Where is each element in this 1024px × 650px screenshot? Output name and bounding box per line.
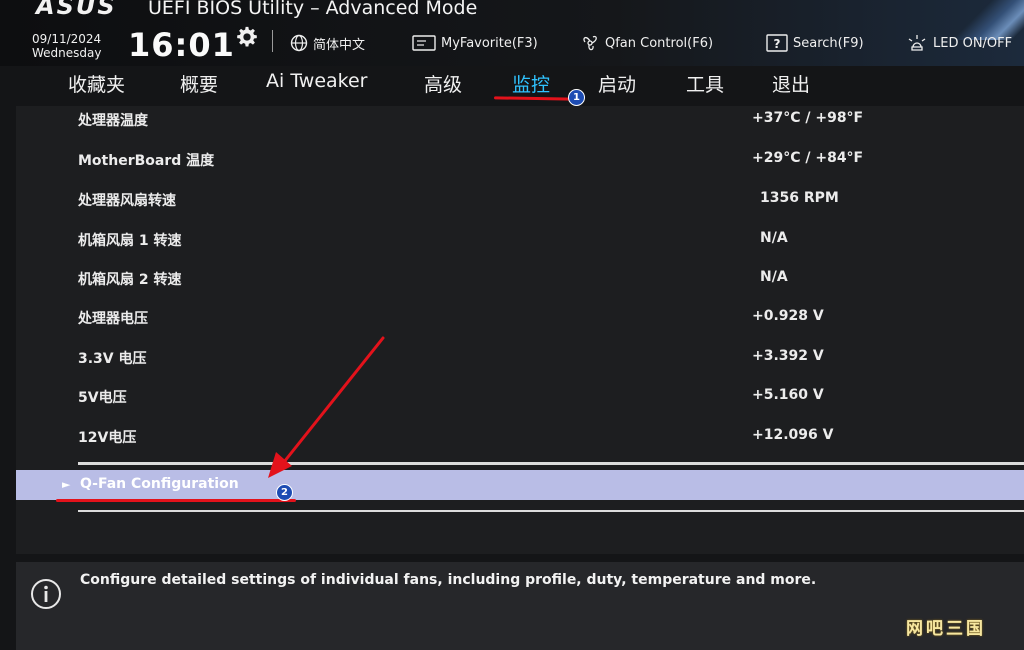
monitor-row: 3.3V 电压 +3.392 V [16,344,1024,384]
clock: 16:01 [128,26,235,64]
globe-icon [290,34,308,52]
header-separator [272,30,273,52]
info-icon [31,579,61,609]
monitor-row: 机箱风扇 1 转速 N/A [16,226,1024,266]
language-button[interactable]: 简体中文 [290,33,365,53]
weekday-text: Wednesday [32,46,102,60]
search-icon: ? [766,34,788,52]
row-label: 处理器电压 [78,311,148,327]
qfan-control-label: Qfan Control(F6) [605,35,714,51]
row-value: N/A [760,230,788,246]
row-label: 处理器温度 [78,113,148,129]
row-value: +29°C / +84°F [752,150,864,166]
row-value: +0.928 V [752,308,824,324]
date-display: 09/11/2024 Wednesday [32,32,101,60]
myfavorite-label: MyFavorite(F3) [441,35,538,51]
main-menu: 收藏夹 概要 Ai Tweaker 高级 监控 启动 工具 退出 [0,66,1024,106]
row-label: 机箱风扇 1 转速 [78,233,182,249]
annotation-underline-qfan [56,499,296,502]
language-label: 简体中文 [313,37,366,53]
monitor-row: 5V电压 +5.160 V [16,383,1024,423]
favorite-icon [412,35,436,51]
row-label: 12V电压 [78,430,137,446]
section-divider [78,462,1024,465]
monitor-row: MotherBoard 温度 +29°C / +84°F [16,146,1024,186]
search-button[interactable]: ? Search(F9) [766,33,864,53]
qfan-configuration-item[interactable]: ► Q-Fan Configuration [16,470,1024,500]
qfan-configuration-label: Q-Fan Configuration [80,476,239,492]
search-label: Search(F9) [793,35,864,51]
row-label: 机箱风扇 2 转速 [78,272,182,288]
row-value: +37°C / +98°F [752,110,864,126]
qfan-control-button[interactable]: Qfan Control(F6) [580,33,713,53]
row-label: MotherBoard 温度 [78,153,215,169]
led-label: LED ON/OFF [933,35,1013,51]
row-label: 3.3V 电压 [78,351,147,367]
row-value: 1356 RPM [760,190,839,206]
row-label: 处理器风扇转速 [78,193,176,209]
row-label: 5V电压 [78,390,127,406]
myfavorite-button[interactable]: MyFavorite(F3) [412,33,538,53]
menu-item-advanced[interactable]: 高级 [424,70,462,97]
monitor-row: 处理器电压 +0.928 V [16,304,1024,344]
submenu-caret-icon: ► [62,478,71,491]
monitor-row: 处理器温度 +37°C / +98°F [16,106,1024,146]
header-bar: ASUS UEFI BIOS Utility – Advanced Mode 0… [0,0,1024,66]
monitor-row: 机箱风扇 2 转速 N/A [16,265,1024,305]
menu-item-exit[interactable]: 退出 [772,70,810,97]
help-bar: Configure detailed settings of individua… [16,562,1024,650]
led-icon [908,35,926,51]
brand-logo: ASUS [36,0,117,20]
menu-item-boot[interactable]: 启动 [598,70,636,97]
row-value: +12.096 V [752,427,834,443]
gear-icon[interactable] [236,26,258,48]
annotation-badge-2: 2 [276,484,293,501]
row-value: +5.160 V [752,387,824,403]
app-title: UEFI BIOS Utility – Advanced Mode [148,0,478,19]
help-description: Configure detailed settings of individua… [80,572,817,588]
monitor-row: 处理器风扇转速 1356 RPM [16,186,1024,226]
row-value: +3.392 V [752,348,824,364]
svg-text:?: ? [774,37,781,51]
menu-item-favorites[interactable]: 收藏夹 [68,70,125,97]
monitor-row: 12V电压 +12.096 V [16,423,1024,463]
menu-item-monitor[interactable]: 监控 [512,70,550,97]
annotation-badge-1: 1 [568,89,585,106]
section-divider [78,510,1024,512]
menu-item-overview[interactable]: 概要 [180,70,218,97]
row-value: N/A [760,269,788,285]
menu-item-ai-tweaker[interactable]: Ai Tweaker [266,70,367,92]
fan-icon [583,35,597,51]
watermark-logo: 网吧三国 [906,619,986,639]
menu-item-tool[interactable]: 工具 [686,70,724,97]
date-text: 09/11/2024 [32,32,102,46]
led-toggle-button[interactable]: LED ON/OFF [906,33,1012,53]
